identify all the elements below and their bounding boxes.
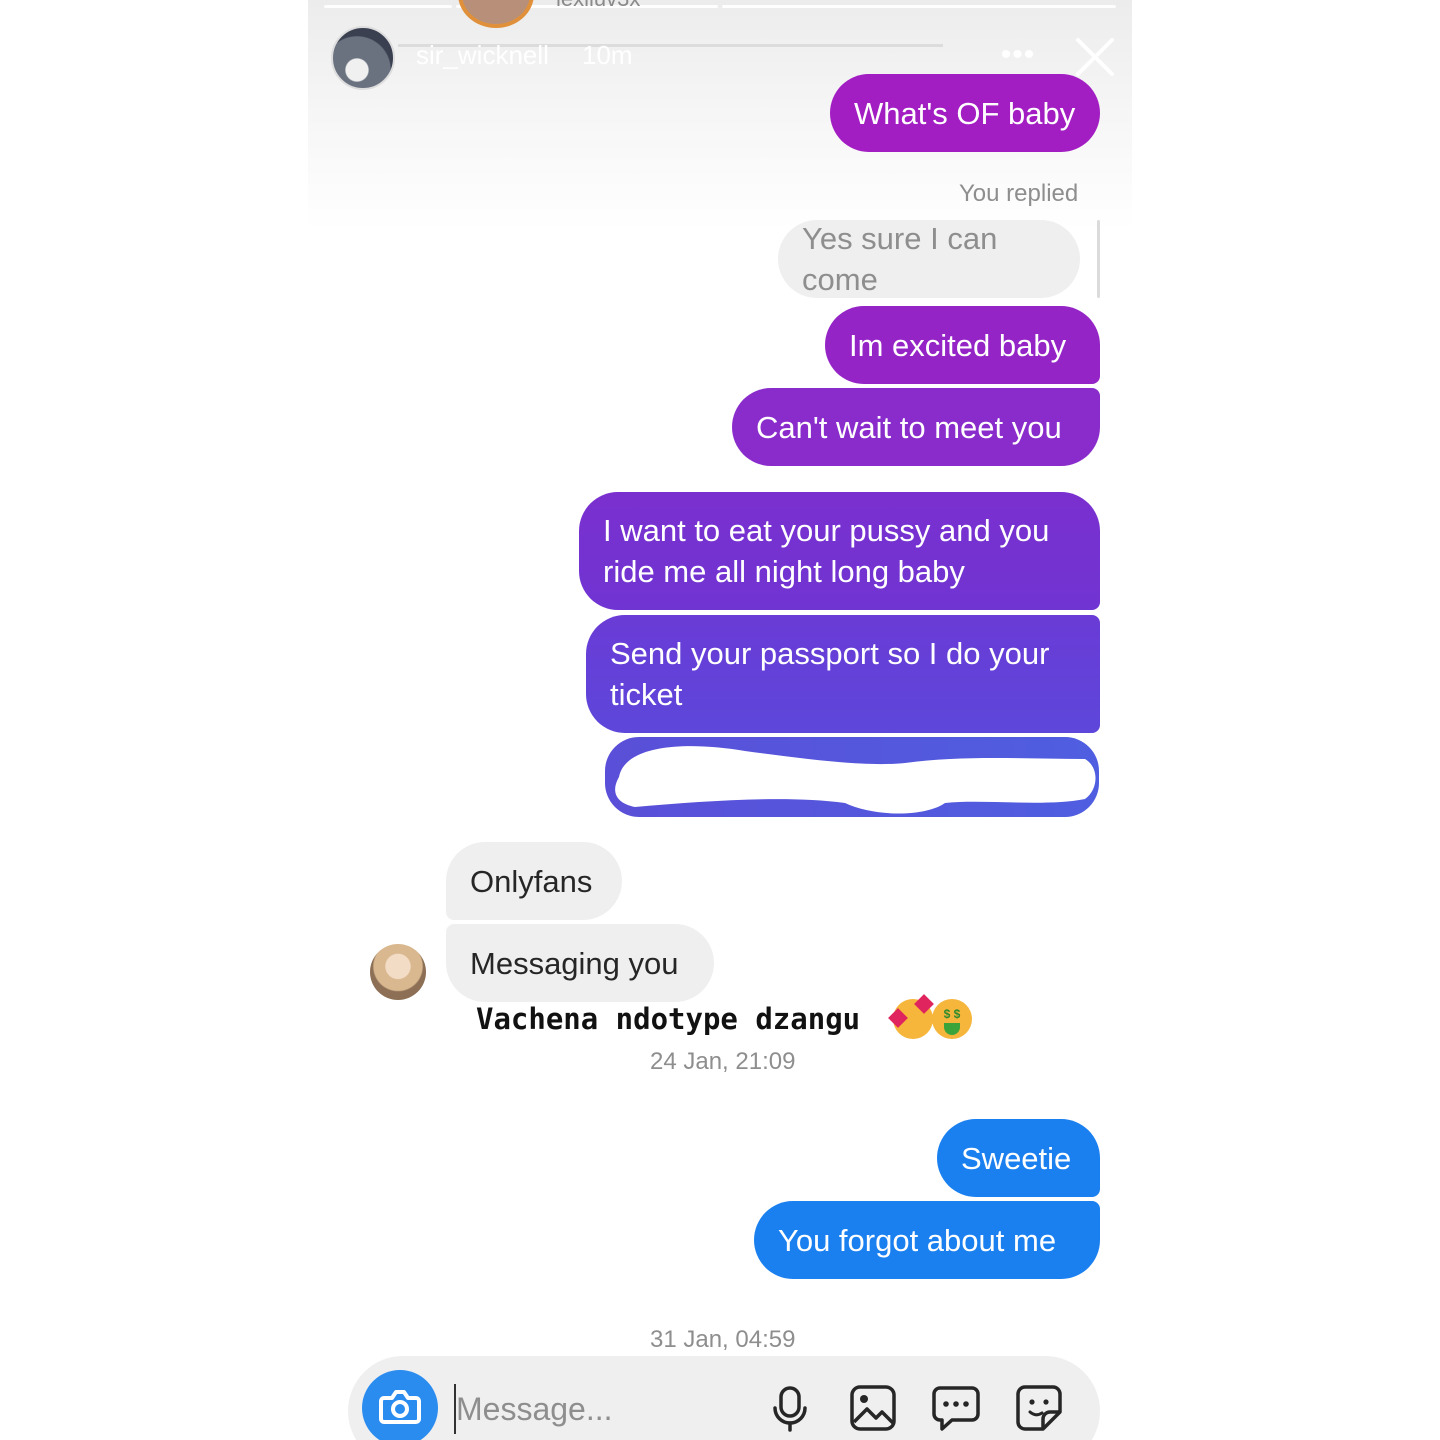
sent-message[interactable]: You forgot about me bbox=[754, 1201, 1100, 1279]
story-caption: Vachena ndotype dzangu bbox=[476, 1002, 861, 1036]
close-icon[interactable] bbox=[1072, 34, 1118, 80]
sent-message[interactable]: Send your passport so I do your ticket bbox=[586, 615, 1100, 733]
story-time: 10m bbox=[582, 40, 633, 70]
redacted-message bbox=[605, 737, 1099, 817]
sent-message[interactable]: Can't wait to meet you bbox=[732, 388, 1100, 466]
redaction-scribble bbox=[615, 746, 1096, 814]
camera-icon bbox=[379, 1390, 421, 1424]
sticker-icon[interactable] bbox=[1013, 1382, 1065, 1434]
reply-indicator-bar bbox=[1097, 220, 1100, 298]
story-screen: lexiluv3x sir_wicknell 10m ••• What's OF… bbox=[308, 0, 1132, 1440]
replied-story-message[interactable]: Yes sure I can come bbox=[778, 220, 1080, 298]
story-progress-3 bbox=[722, 5, 1116, 8]
sent-message[interactable]: What's OF baby bbox=[830, 74, 1100, 152]
chat-bubble-icon[interactable] bbox=[930, 1382, 982, 1434]
message-input[interactable] bbox=[454, 1384, 756, 1434]
sent-message[interactable]: I want to eat your pussy and you ride me… bbox=[579, 492, 1100, 610]
smiling-face-hearts-emoji bbox=[888, 994, 934, 1039]
timestamp: 31 Jan, 04:59 bbox=[650, 1326, 796, 1353]
story-username[interactable]: sir_wicknell bbox=[416, 40, 549, 71]
sender-avatar[interactable] bbox=[370, 944, 426, 1000]
camera-button[interactable] bbox=[362, 1370, 438, 1440]
sent-message[interactable]: Sweetie bbox=[937, 1119, 1100, 1197]
received-message[interactable]: Onlyfans bbox=[446, 842, 622, 920]
gallery-icon[interactable] bbox=[847, 1382, 899, 1434]
story-progress-1 bbox=[324, 5, 452, 8]
more-icon[interactable]: ••• bbox=[1000, 40, 1036, 70]
sent-message[interactable]: Im excited baby bbox=[825, 306, 1100, 384]
microphone-icon[interactable] bbox=[764, 1382, 816, 1434]
timestamp: 24 Jan, 21:09 bbox=[650, 1048, 796, 1075]
replied-label: You replied bbox=[959, 180, 1079, 207]
message-composer bbox=[348, 1356, 1100, 1440]
money-mouth-emoji: $ $ bbox=[932, 999, 972, 1039]
story-avatar[interactable] bbox=[331, 26, 395, 90]
previous-story-username: lexiluv3x bbox=[556, 0, 640, 12]
received-message[interactable]: Messaging you bbox=[446, 924, 714, 1002]
